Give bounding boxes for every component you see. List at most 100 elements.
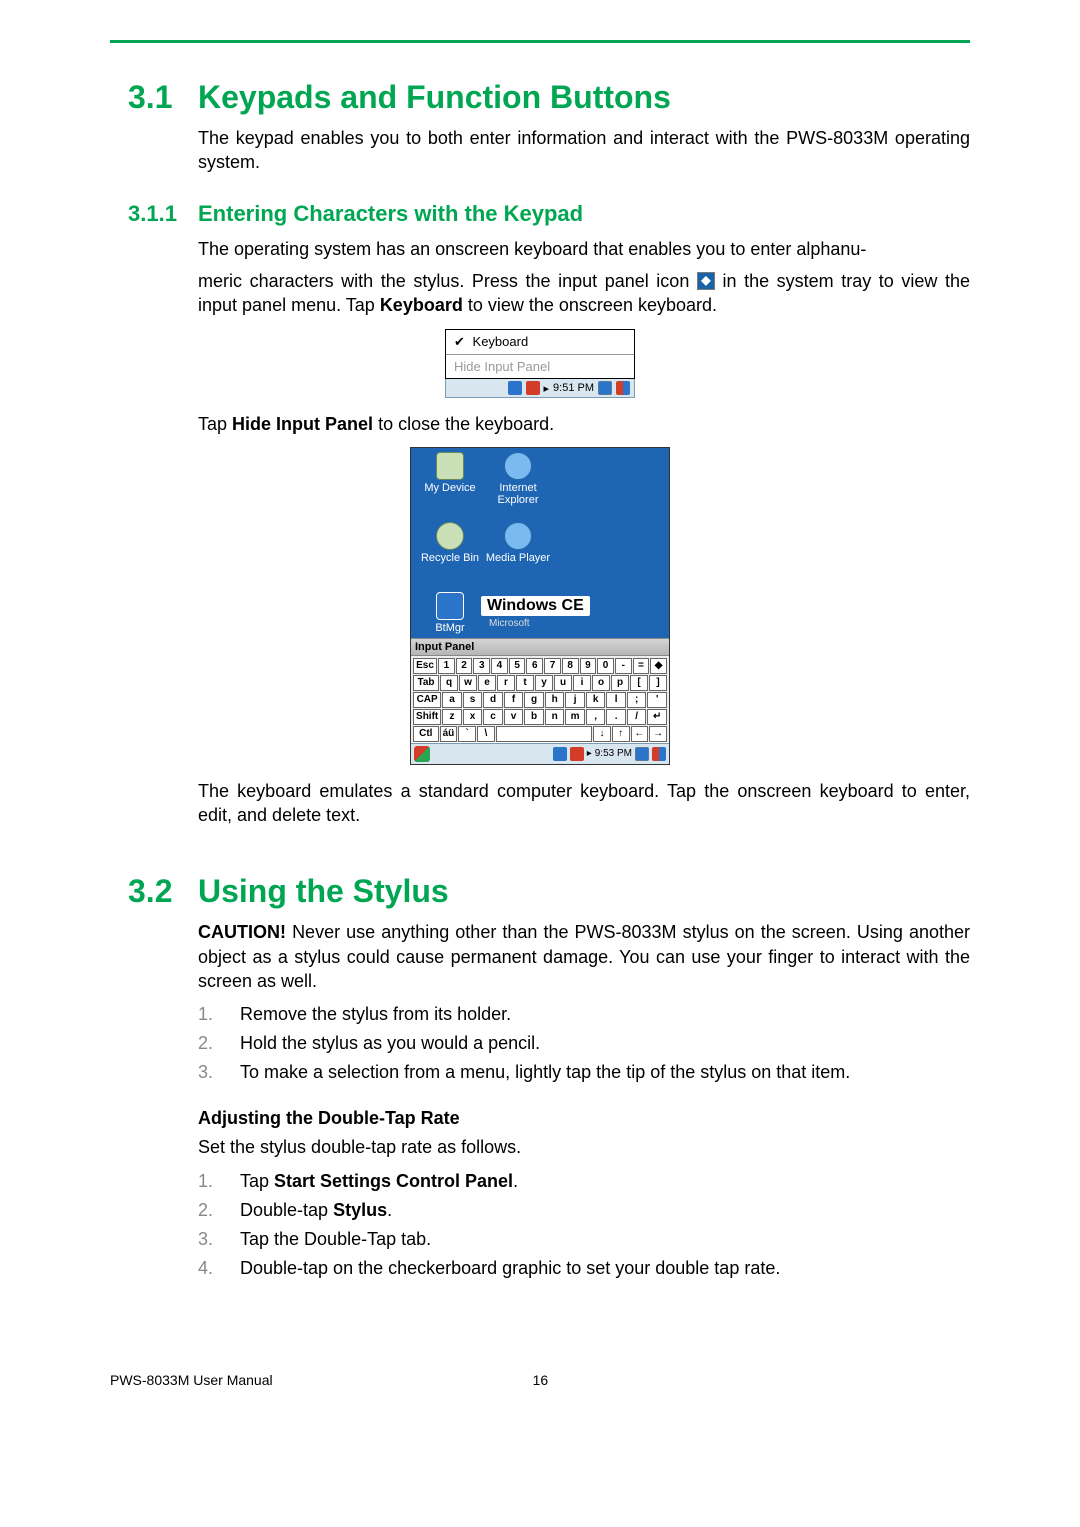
icon-label: BtMgr: [417, 622, 483, 634]
sip-key: i: [573, 675, 591, 691]
sip-key: s: [463, 692, 483, 708]
sip-key: 0: [597, 658, 614, 674]
sip-key: 6: [526, 658, 543, 674]
sip-key: ;: [627, 692, 647, 708]
sip-key: áü: [440, 726, 458, 742]
sip-row-2: Tabqwertyuiop[]: [413, 675, 667, 691]
heading-num: 3.1.1: [128, 201, 198, 227]
sip-key: 4: [491, 658, 508, 674]
heading-3-1-1: 3.1.1 Entering Characters with the Keypa…: [128, 201, 970, 227]
heading-num: 3.1: [128, 79, 198, 116]
text: to view the onscreen keyboard.: [468, 295, 717, 315]
sip-key: ↓: [593, 726, 611, 742]
icon-label: Media Player: [485, 552, 551, 564]
sip-row-5: Ctláü`\↓↑←→: [413, 726, 667, 742]
sip-row-1: Esc1234567890-=◆: [413, 658, 667, 674]
list-item: 2.Hold the stylus as you would a pencil.: [198, 1030, 970, 1057]
recycle-icon: [436, 522, 464, 550]
menu-item-keyboard: ✔ Keyboard: [446, 330, 634, 355]
sip-key: ↵: [647, 709, 667, 725]
device-icon: [436, 452, 464, 480]
text: meric characters with the stylus. Press …: [198, 271, 697, 291]
sip-key: [: [630, 675, 648, 691]
caution-text: Never use anything other than the PWS-80…: [198, 922, 970, 991]
footer-title: PWS-8033M User Manual: [110, 1372, 273, 1388]
sip-key: ←: [631, 726, 649, 742]
text-bold: Start Settings Control Panel: [274, 1171, 513, 1191]
sip-key: e: [478, 675, 496, 691]
list-item: 3.Tap the Double-Tap tab.: [198, 1226, 970, 1253]
sip-key: CAP: [413, 692, 441, 708]
sip-key: r: [497, 675, 515, 691]
list-text: Remove the stylus from its holder.: [240, 1001, 511, 1028]
sip-key: \: [477, 726, 495, 742]
desktop-tray-icon: [652, 747, 666, 761]
windows-ce-sub: Microsoft: [489, 618, 530, 629]
subheading-double-tap: Adjusting the Double-Tap Rate: [198, 1108, 970, 1129]
sip-key: ,: [586, 709, 606, 725]
list-number: 2.: [198, 1030, 240, 1057]
heading-title: Keypads and Function Buttons: [198, 79, 671, 116]
list-text: Double-tap Stylus.: [240, 1197, 392, 1224]
page-top-rule: [110, 40, 970, 43]
text-bold: Hide Input Panel: [232, 414, 373, 434]
sip-key: b: [524, 709, 544, 725]
list-item: 1.Tap Start Settings Control Panel.: [198, 1168, 970, 1195]
sip-key: l: [606, 692, 626, 708]
bluetooth-icon: [436, 592, 464, 620]
list-item: 1.Remove the stylus from its holder.: [198, 1001, 970, 1028]
list-number: 1.: [198, 1168, 240, 1195]
sip-key: -: [615, 658, 632, 674]
icon-label: Recycle Bin: [417, 552, 483, 564]
sip-key: x: [463, 709, 483, 725]
icon-label: My Device: [417, 482, 483, 494]
tray-icon: [508, 381, 522, 395]
list-number: 2.: [198, 1197, 240, 1224]
desktop-area: My Device Internet Explorer Recycle Bin …: [411, 448, 669, 638]
tray-icon: [526, 381, 540, 395]
sip-key: m: [565, 709, 585, 725]
sip-key: v: [504, 709, 524, 725]
sip-key: Ctl: [413, 726, 439, 742]
sip-key: 9: [580, 658, 597, 674]
page-footer: PWS-8033M User Manual 16: [110, 1372, 970, 1388]
list-text: Tap Start Settings Control Panel.: [240, 1168, 518, 1195]
text: .: [387, 1200, 392, 1220]
sip-key: 7: [544, 658, 561, 674]
sip-key: ↑: [612, 726, 630, 742]
desktop-icon-internet-explorer: Internet Explorer: [485, 452, 551, 506]
taskbar: ▸ 9:53 PM: [411, 743, 669, 764]
text-bold: Stylus: [333, 1200, 387, 1220]
list-item: 4.Double-tap on the checkerboard graphic…: [198, 1255, 970, 1282]
tray-icon: [570, 747, 584, 761]
desktop-tray-icon: [616, 381, 630, 395]
double-tap-steps-list: 1.Tap Start Settings Control Panel.2.Dou…: [198, 1168, 970, 1282]
sip-key: .: [606, 709, 626, 725]
soft-input-panel: Esc1234567890-=◆ Tabqwertyuiop[] CAPasdf…: [411, 656, 669, 742]
tray-icon: [553, 747, 567, 761]
section-3-2-caution: CAUTION! Never use anything other than t…: [198, 920, 970, 993]
sip-key: ◆: [650, 658, 667, 674]
desktop-icon-btmgr: BtMgr: [417, 592, 483, 634]
sip-key: n: [545, 709, 565, 725]
checkmark-icon: ✔: [454, 334, 465, 349]
sip-key: 1: [438, 658, 455, 674]
figure-onscreen-keyboard: My Device Internet Explorer Recycle Bin …: [410, 447, 670, 765]
sip-key: g: [524, 692, 544, 708]
list-item: 3.To make a selection from a menu, light…: [198, 1059, 970, 1086]
list-text: Tap the Double-Tap tab.: [240, 1226, 431, 1253]
text: .: [513, 1171, 518, 1191]
footer-page-number: 16: [533, 1372, 549, 1388]
tray-clock: 9:51 PM: [553, 382, 594, 394]
sip-key: Esc: [413, 658, 437, 674]
section-3-1-intro: The keypad enables you to both enter inf…: [198, 126, 970, 175]
sip-key: a: [442, 692, 462, 708]
sip-key: y: [535, 675, 553, 691]
heading-title: Using the Stylus: [198, 873, 449, 910]
tray-arrow-icon: ▸: [544, 382, 550, 395]
sip-key: Tab: [413, 675, 439, 691]
tray-clock: 9:53 PM: [595, 748, 632, 759]
caution-label: CAUTION!: [198, 922, 286, 942]
sip-key: ]: [649, 675, 667, 691]
sip-key: p: [611, 675, 629, 691]
